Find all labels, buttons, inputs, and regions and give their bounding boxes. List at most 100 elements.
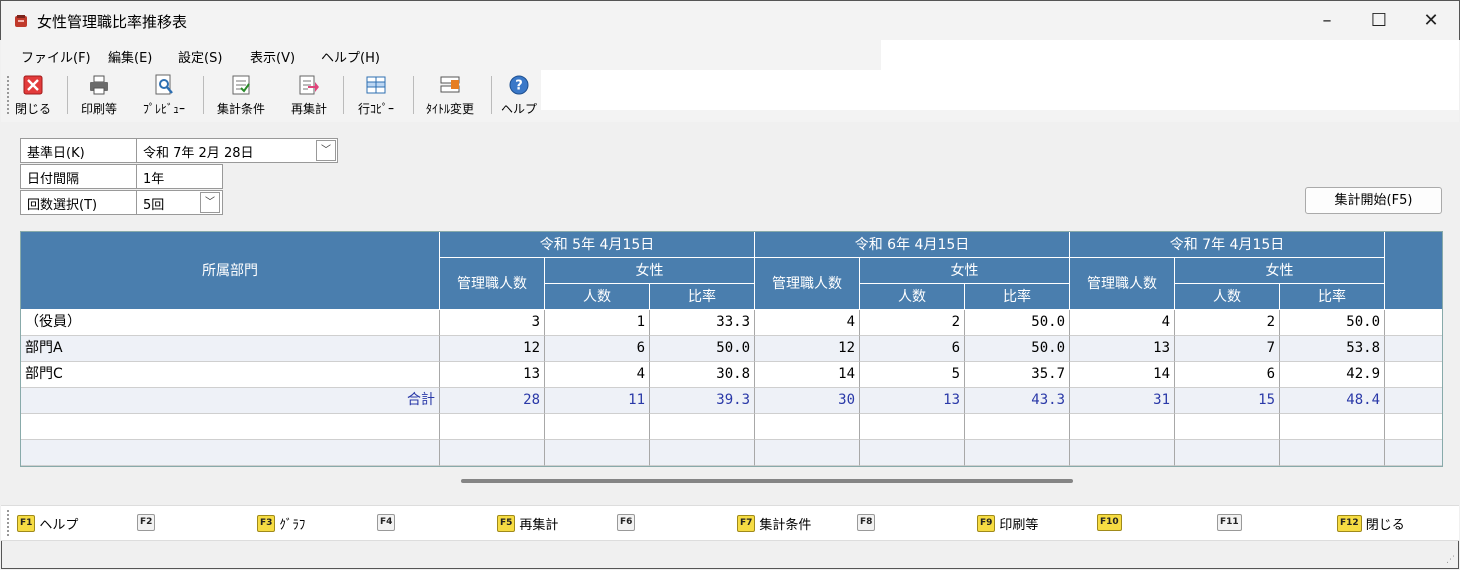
managers-header[interactable]: 管理職人数 xyxy=(755,258,860,310)
toolbar-print-button[interactable]: 印刷等 xyxy=(71,74,127,120)
toolbar-recalc-button[interactable]: 再集計 xyxy=(281,74,337,120)
empty-cell[interactable] xyxy=(21,440,440,466)
resize-grip-icon[interactable]: ⋰ xyxy=(1446,555,1455,565)
fkey-f12-button[interactable]: F12 閉じる xyxy=(1337,514,1405,534)
value-cell[interactable]: 4 xyxy=(1070,310,1175,336)
value-cell[interactable]: 35.7 xyxy=(965,362,1070,388)
empty-cell[interactable] xyxy=(1385,440,1442,466)
empty-cell[interactable] xyxy=(650,440,755,466)
fkey-f7-button[interactable]: F7 集計条件 xyxy=(737,514,811,534)
value-cell[interactable]: 2 xyxy=(1175,310,1280,336)
empty-cell[interactable] xyxy=(21,414,440,440)
total-value-cell[interactable]: 28 xyxy=(440,388,545,414)
toolbar-row-copy-button[interactable]: 行ｺﾋﾟｰ xyxy=(347,74,405,120)
total-label-cell[interactable]: 合計 xyxy=(21,388,440,414)
fkey-f3-button[interactable]: F3 ｸﾞﾗﾌ xyxy=(257,514,305,534)
value-cell[interactable]: 53.8 xyxy=(1280,336,1385,362)
ratio-header[interactable]: 比率 xyxy=(1280,284,1385,310)
value-cell[interactable]: 33.3 xyxy=(650,310,755,336)
count-header[interactable]: 人数 xyxy=(545,284,650,310)
empty-cell[interactable] xyxy=(1070,414,1175,440)
value-cell[interactable]: 4 xyxy=(545,362,650,388)
count-header[interactable]: 人数 xyxy=(860,284,965,310)
empty-cell[interactable] xyxy=(440,440,545,466)
fkey-f10-button[interactable]: F10 xyxy=(1097,514,1122,534)
empty-cell[interactable] xyxy=(965,414,1070,440)
managers-header[interactable]: 管理職人数 xyxy=(1070,258,1175,310)
fkey-f11-button[interactable]: F11 xyxy=(1217,514,1242,534)
value-cell[interactable]: 50.0 xyxy=(965,336,1070,362)
value-cell[interactable]: 13 xyxy=(440,362,545,388)
value-cell[interactable]: 50.0 xyxy=(650,336,755,362)
value-cell[interactable]: 50.0 xyxy=(1280,310,1385,336)
toolbar-conditions-button[interactable]: 集計条件 xyxy=(207,74,275,120)
toolbar-close-button[interactable]: 閉じる xyxy=(5,74,61,120)
interval-value[interactable]: 1年 xyxy=(143,168,164,187)
empty-cell[interactable] xyxy=(440,414,545,440)
ratio-header[interactable]: 比率 xyxy=(965,284,1070,310)
total-value-cell[interactable]: 11 xyxy=(545,388,650,414)
empty-cell[interactable] xyxy=(965,440,1070,466)
empty-cell[interactable] xyxy=(1070,440,1175,466)
value-cell[interactable]: 6 xyxy=(1175,362,1280,388)
fkey-f9-button[interactable]: F9 印刷等 xyxy=(977,514,1038,534)
toolbar-preview-button[interactable]: ﾌﾟﾚﾋﾞｭｰ xyxy=(135,74,193,120)
empty-cell[interactable] xyxy=(860,414,965,440)
start-aggregation-button[interactable]: 集計開始(F5) xyxy=(1305,187,1442,214)
toolbar-title-change-button[interactable]: ﾀｲﾄﾙ変更 xyxy=(417,74,483,120)
empty-cell[interactable] xyxy=(1385,414,1442,440)
empty-cell[interactable] xyxy=(755,440,860,466)
close-window-button[interactable]: ✕ xyxy=(1403,1,1459,41)
empty-cell[interactable] xyxy=(860,440,965,466)
empty-cell[interactable] xyxy=(755,414,860,440)
value-cell[interactable]: 13 xyxy=(1070,336,1175,362)
maximize-button[interactable]: ☐ xyxy=(1351,1,1407,41)
value-cell[interactable]: 4 xyxy=(755,310,860,336)
value-cell[interactable]: 2 xyxy=(860,310,965,336)
total-value-cell[interactable]: 43.3 xyxy=(965,388,1070,414)
total-value-cell[interactable]: 31 xyxy=(1070,388,1175,414)
empty-cell[interactable] xyxy=(1175,440,1280,466)
count-dropdown-button[interactable]: ﹀ xyxy=(200,192,220,213)
value-cell[interactable]: 7 xyxy=(1175,336,1280,362)
menu-edit[interactable]: 編集(E) xyxy=(108,47,152,66)
value-cell[interactable]: 1 xyxy=(545,310,650,336)
count-value[interactable]: 5回 xyxy=(143,194,164,213)
horizontal-scrollbar[interactable] xyxy=(461,479,1073,483)
value-cell[interactable]: 3 xyxy=(440,310,545,336)
ratio-header[interactable]: 比率 xyxy=(650,284,755,310)
fkey-f5-button[interactable]: F5 再集計 xyxy=(497,514,558,534)
fkey-f1-button[interactable]: F1 ヘルプ xyxy=(17,514,78,534)
toolbar-help-button[interactable]: ? ヘルプ xyxy=(495,74,543,120)
dept-cell[interactable]: 部門A xyxy=(21,336,440,362)
value-cell[interactable]: 6 xyxy=(545,336,650,362)
fkey-f8-button[interactable]: F8 xyxy=(857,514,876,534)
menu-settings[interactable]: 設定(S) xyxy=(178,47,222,66)
minimize-button[interactable]: – xyxy=(1299,1,1355,41)
value-cell[interactable]: 14 xyxy=(755,362,860,388)
empty-cell[interactable] xyxy=(545,440,650,466)
menu-file[interactable]: ファイル(F) xyxy=(21,47,91,66)
total-value-cell[interactable]: 15 xyxy=(1175,388,1280,414)
menu-view[interactable]: 表示(V) xyxy=(250,47,295,66)
empty-cell[interactable] xyxy=(1280,414,1385,440)
count-header[interactable]: 人数 xyxy=(1175,284,1280,310)
dept-cell[interactable]: 部門C xyxy=(21,362,440,388)
dept-cell[interactable]: （役員） xyxy=(21,310,440,336)
total-value-cell[interactable]: 13 xyxy=(860,388,965,414)
total-value-cell[interactable]: 48.4 xyxy=(1280,388,1385,414)
empty-cell[interactable] xyxy=(1175,414,1280,440)
value-cell[interactable]: 12 xyxy=(755,336,860,362)
empty-cell[interactable] xyxy=(650,414,755,440)
empty-cell[interactable] xyxy=(545,414,650,440)
value-cell[interactable]: 50.0 xyxy=(965,310,1070,336)
value-cell[interactable]: 14 xyxy=(1070,362,1175,388)
value-cell[interactable]: 5 xyxy=(860,362,965,388)
total-value-cell[interactable]: 30 xyxy=(755,388,860,414)
base-date-dropdown-button[interactable]: ﹀ xyxy=(316,140,336,161)
fkey-f2-button[interactable]: F2 xyxy=(137,514,156,534)
dept-header[interactable]: 所属部門 xyxy=(21,232,440,310)
managers-header[interactable]: 管理職人数 xyxy=(440,258,545,310)
value-cell[interactable]: 12 xyxy=(440,336,545,362)
value-cell[interactable]: 42.9 xyxy=(1280,362,1385,388)
